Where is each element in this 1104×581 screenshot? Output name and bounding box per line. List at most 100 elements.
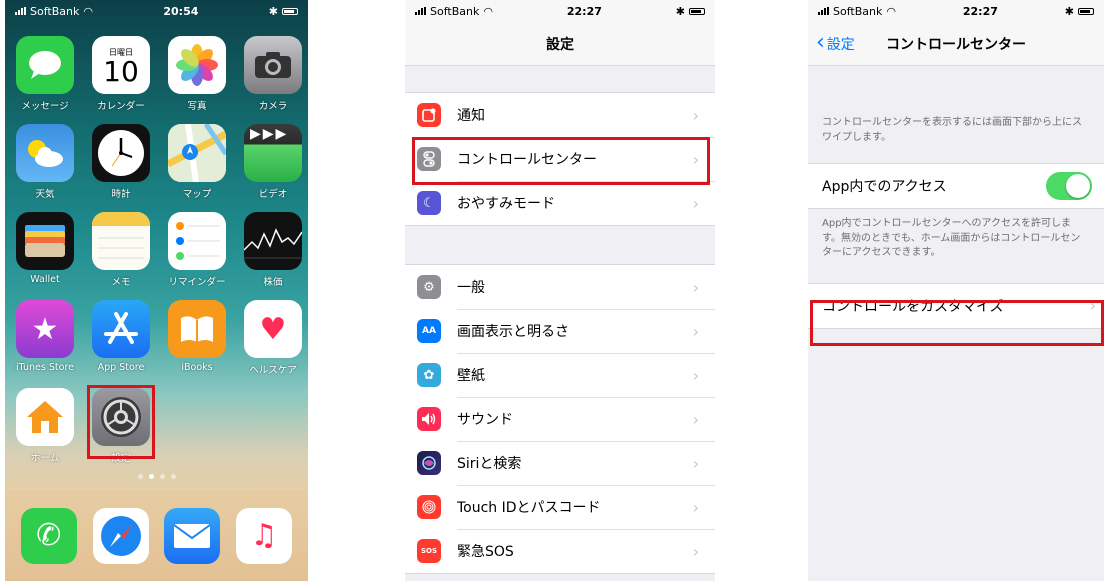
- app-wallet[interactable]: Wallet: [9, 212, 81, 300]
- row-label: 壁紙: [457, 368, 485, 384]
- nav-bar: 設定: [405, 22, 715, 66]
- status-time: 20:54: [163, 4, 199, 18]
- access-toggle[interactable]: [1046, 172, 1092, 200]
- health-icon: ♥: [244, 300, 302, 358]
- app-weather[interactable]: 天気: [9, 124, 81, 212]
- notes-icon: [92, 212, 150, 270]
- carrier-name: SoftBank: [430, 4, 480, 18]
- wifi-icon: ◠: [83, 4, 93, 18]
- app-label: ヘルスケア: [249, 365, 297, 376]
- app-label: 株価: [263, 277, 283, 288]
- ibooks-icon: [168, 300, 226, 358]
- settings-icon: [92, 388, 150, 446]
- messages-icon: [16, 36, 74, 94]
- row-general[interactable]: ⚙ 一般 ›: [405, 265, 715, 309]
- bluetooth-icon: ✱: [675, 4, 685, 18]
- row-label: Siriと検索: [457, 456, 522, 472]
- row-emergency-sos[interactable]: SOS 緊急SOS ›: [405, 529, 715, 573]
- row-label: Touch IDとパスコード: [457, 500, 601, 516]
- app-label: リマインダー: [168, 277, 226, 288]
- app-label: iTunes Store: [16, 362, 74, 373]
- chevron-right-icon: ›: [692, 149, 699, 169]
- app-label: 設定: [111, 453, 131, 464]
- app-messages[interactable]: メッセージ: [9, 36, 81, 124]
- app-videos[interactable]: ▶▶▶ ビデオ: [237, 124, 308, 212]
- phone-icon[interactable]: ✆: [20, 507, 77, 564]
- app-clock[interactable]: 時計: [85, 124, 157, 212]
- app-label: ホーム: [30, 453, 60, 464]
- app-calendar[interactable]: 日曜日 10 カレンダー: [85, 36, 157, 124]
- mail-icon[interactable]: [164, 507, 221, 564]
- wifi-icon: ◠: [483, 4, 493, 18]
- home-app-icon: [16, 388, 74, 446]
- signal-icon: [415, 7, 426, 15]
- app-health[interactable]: ♥ ヘルスケア: [237, 300, 308, 388]
- app-label: iBooks: [181, 362, 213, 373]
- chevron-right-icon: ›: [692, 365, 699, 385]
- weather-icon: [16, 124, 74, 182]
- dock: ✆ ♫: [5, 490, 308, 581]
- display-icon: AA: [417, 319, 441, 343]
- row-display[interactable]: AA 画面表示と明るさ ›: [405, 309, 715, 353]
- app-label: Wallet: [30, 274, 60, 285]
- app-label: マップ: [182, 189, 212, 200]
- app-settings[interactable]: 設定: [85, 388, 157, 476]
- status-bar: SoftBank ◠ 22:27 ✱: [405, 0, 715, 22]
- status-bar: SoftBank ◠ 22:27 ✱: [808, 0, 1104, 22]
- app-maps[interactable]: マップ: [161, 124, 233, 212]
- carrier-name: SoftBank: [30, 4, 80, 18]
- chevron-right-icon: ›: [692, 497, 699, 517]
- row-do-not-disturb[interactable]: ☾ おやすみモード ›: [405, 181, 715, 225]
- status-time: 22:27: [962, 4, 998, 18]
- music-icon[interactable]: ♫: [236, 507, 293, 564]
- carrier-name: SoftBank: [833, 4, 883, 18]
- row-label: 緊急SOS: [457, 544, 514, 560]
- app-home[interactable]: ホーム: [9, 388, 81, 476]
- clock-icon: [92, 124, 150, 182]
- page-indicator[interactable]: [5, 474, 308, 479]
- row-wallpaper[interactable]: ✿ 壁紙 ›: [405, 353, 715, 397]
- settings-screen: SoftBank ◠ 22:27 ✱ 設定 通知 › コントロールセンター › …: [405, 0, 715, 581]
- bluetooth-icon: ✱: [1064, 4, 1074, 18]
- safari-icon[interactable]: [92, 507, 149, 564]
- stocks-icon: [244, 212, 302, 270]
- row-siri-search[interactable]: Siriと検索 ›: [405, 441, 715, 485]
- access-group: App内でのアクセス: [808, 163, 1104, 209]
- app-label: 時計: [111, 189, 131, 200]
- access-description: App内でコントロールセンターへのアクセスを許可します。無効のときでも、ホーム画…: [822, 218, 1081, 258]
- camera-icon: [244, 36, 302, 94]
- app-ibooks[interactable]: iBooks: [161, 300, 233, 388]
- app-label: ビデオ: [258, 189, 288, 200]
- app-notes[interactable]: メモ: [85, 212, 157, 300]
- row-sounds[interactable]: サウンド ›: [405, 397, 715, 441]
- row-label: 通知: [457, 108, 485, 124]
- app-app-store[interactable]: App Store: [85, 300, 157, 388]
- photos-icon: [168, 36, 226, 94]
- app-stocks[interactable]: 株価: [237, 212, 308, 300]
- reminders-icon: [168, 212, 226, 270]
- chevron-right-icon: ›: [692, 409, 699, 429]
- chevron-right-icon: ›: [692, 277, 699, 297]
- videos-icon: ▶▶▶: [244, 124, 302, 182]
- row-notifications[interactable]: 通知 ›: [405, 93, 715, 137]
- row-control-center[interactable]: コントロールセンター ›: [405, 137, 715, 181]
- app-camera[interactable]: カメラ: [237, 36, 308, 124]
- back-button[interactable]: ‹ 設定: [816, 22, 855, 66]
- wifi-icon: ◠: [886, 4, 896, 18]
- app-label: 天気: [35, 189, 55, 200]
- calendar-day: 10: [103, 54, 139, 88]
- app-reminders[interactable]: リマインダー: [161, 212, 233, 300]
- row-customize-controls[interactable]: コントロールをカスタマイズ ›: [808, 284, 1104, 328]
- wallet-icon: [16, 212, 74, 270]
- chevron-right-icon: ›: [1089, 296, 1096, 315]
- row-touch-id[interactable]: Touch IDとパスコード ›: [405, 485, 715, 529]
- battery-icon: [1078, 7, 1094, 15]
- row-access-within-apps: App内でのアクセス: [808, 164, 1104, 208]
- app-itunes-store[interactable]: ★ iTunes Store: [9, 300, 81, 388]
- status-bar: SoftBank ◠ 20:54 ✱: [5, 0, 308, 22]
- nav-bar: ‹ 設定 コントロールセンター: [808, 22, 1104, 66]
- signal-icon: [15, 7, 26, 15]
- app-photos[interactable]: 写真: [161, 36, 233, 124]
- app-label: メモ: [111, 277, 131, 288]
- battery-icon: [282, 7, 298, 15]
